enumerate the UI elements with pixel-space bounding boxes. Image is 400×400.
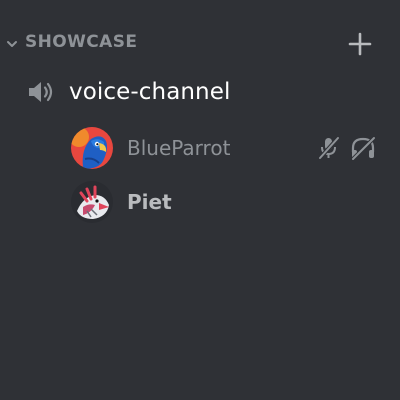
channel-sidebar: SHOWCASE voice-channel BlueParrot Piet bbox=[0, 0, 400, 400]
speaker-icon bbox=[26, 79, 56, 105]
user-name: BlueParrot bbox=[127, 136, 231, 160]
mic-muted-icon bbox=[316, 135, 342, 161]
bird-avatar[interactable] bbox=[71, 181, 113, 223]
channel-name: voice-channel bbox=[69, 79, 231, 105]
chevron-down-icon[interactable] bbox=[5, 36, 19, 50]
plus-icon[interactable] bbox=[347, 31, 373, 57]
category-header-showcase[interactable]: SHOWCASE bbox=[0, 24, 400, 60]
voice-channel-item[interactable]: voice-channel bbox=[14, 70, 386, 114]
user-name: Piet bbox=[127, 190, 172, 214]
headphones-deafened-icon bbox=[349, 135, 377, 161]
blue-parrot-avatar[interactable] bbox=[71, 127, 113, 169]
category-title: SHOWCASE bbox=[25, 32, 138, 52]
voice-user-piet[interactable]: Piet bbox=[60, 178, 390, 226]
voice-user-blueparrot[interactable]: BlueParrot bbox=[60, 124, 390, 172]
